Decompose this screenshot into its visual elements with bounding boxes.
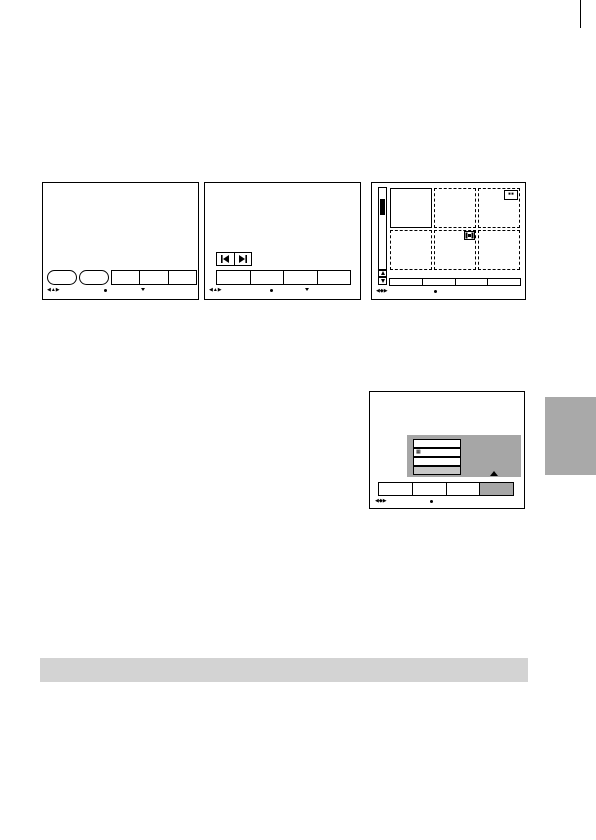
dot-icon <box>430 500 433 503</box>
chapter-side-tab <box>545 397 596 475</box>
thumbnail-selected[interactable] <box>390 188 432 228</box>
menu-item-3[interactable] <box>413 457 461 466</box>
tab-4[interactable] <box>316 270 351 285</box>
skip-controls <box>216 252 252 266</box>
lcd-screen-1: ◀▲▶ <box>42 182 199 300</box>
screen-3-tab-bar <box>389 278 521 286</box>
menu-overlay: ▦ <box>407 435 521 477</box>
menu-item-2[interactable]: ▦ <box>413 448 461 457</box>
up-triangle-icon <box>490 471 498 476</box>
thumbnail-5[interactable] <box>434 230 476 270</box>
left-up-right-arrows-icon: ◀▲▶ <box>209 287 222 293</box>
tab-3[interactable] <box>454 278 489 286</box>
tab-3[interactable] <box>445 482 481 496</box>
margin-line <box>580 0 581 28</box>
protect-icon: ▪▪ <box>504 190 518 200</box>
four-way-arrows-icon: ◀◆▶ <box>376 288 388 294</box>
down-triangle-icon <box>305 288 309 291</box>
dot-icon <box>434 290 437 293</box>
lcd-screen-4-menu: ▦ ◀◆▶ <box>369 391 525 509</box>
tab-1[interactable] <box>389 278 423 286</box>
lcd-screen-3-index: ▪▪ ◀◆▶ <box>371 182 526 300</box>
tab-1[interactable] <box>111 270 141 285</box>
menu-item-1[interactable] <box>413 439 461 448</box>
screen-4-tab-bar <box>378 482 514 496</box>
dot-icon <box>104 289 107 292</box>
lcd-screen-2: ◀▲▶ <box>204 182 361 300</box>
tab-2[interactable] <box>139 270 169 285</box>
tab-1[interactable] <box>378 482 413 496</box>
scrollbar[interactable] <box>378 187 387 271</box>
tab-4-selected[interactable] <box>479 482 514 496</box>
scroll-up-button[interactable] <box>378 269 387 277</box>
tab-4[interactable] <box>487 278 521 286</box>
screen-2-tab-bar <box>216 270 351 285</box>
tab-3[interactable] <box>283 270 318 285</box>
tab-1[interactable] <box>216 270 251 285</box>
scroll-down-button[interactable] <box>378 277 387 285</box>
tab-2[interactable] <box>421 278 456 286</box>
down-triangle-icon <box>141 288 145 291</box>
setup-icon: ▦ <box>416 449 421 455</box>
dot-icon <box>270 289 273 292</box>
tab-2[interactable] <box>411 482 447 496</box>
thumbnail-4[interactable] <box>390 230 432 270</box>
thumbnail-6[interactable] <box>478 230 520 270</box>
section-bar <box>40 658 528 682</box>
screen-1-button-bar <box>47 270 197 285</box>
scroll-thumb[interactable] <box>380 199 385 215</box>
four-way-arrows-icon: ◀◆▶ <box>375 498 387 504</box>
tab-2[interactable] <box>249 270 284 285</box>
left-up-right-arrows-icon: ◀▲▶ <box>47 287 60 293</box>
thumbnail-3[interactable]: ▪▪ <box>478 188 520 228</box>
tab-3[interactable] <box>167 270 197 285</box>
oval-button-2[interactable] <box>79 270 109 285</box>
oval-button-1[interactable] <box>47 270 77 285</box>
movie-icon <box>464 231 475 240</box>
thumbnail-2[interactable] <box>434 188 476 228</box>
skip-next-icon[interactable] <box>235 253 252 265</box>
skip-previous-icon[interactable] <box>217 253 235 265</box>
menu-item-4-selected[interactable] <box>413 466 461 475</box>
